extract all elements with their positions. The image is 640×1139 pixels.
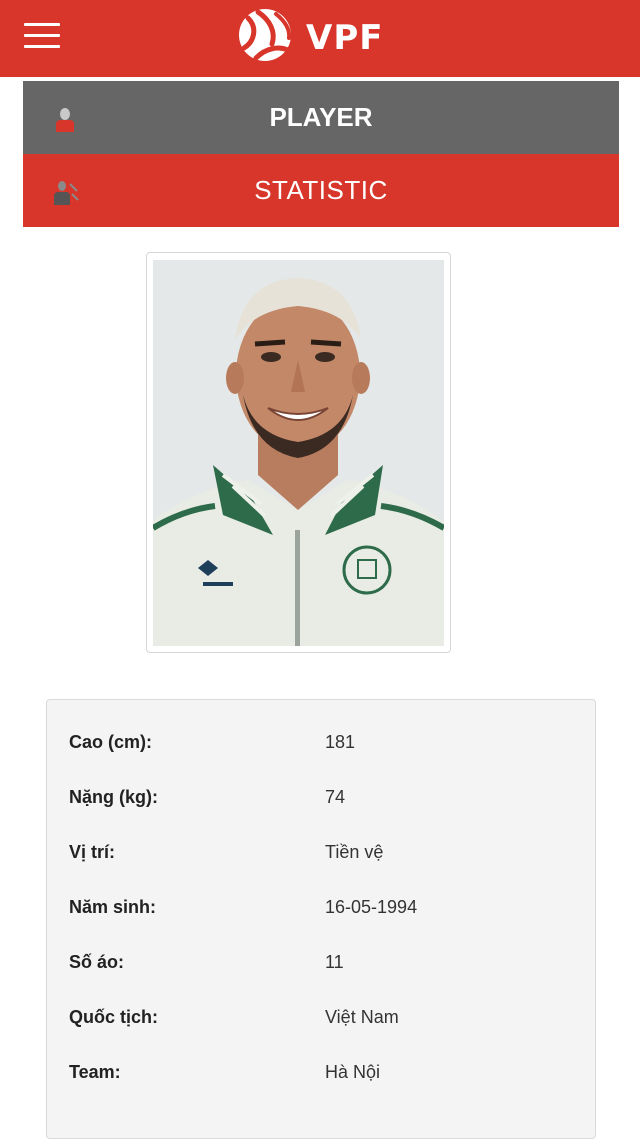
info-row-height: Cao (cm): 181 [69,732,579,762]
tab-statistic-label: STATISTIC [254,175,388,205]
vpf-ball-icon [239,9,292,61]
tab-player-label: PLAYER [269,102,373,132]
info-value: 74 [325,787,346,807]
logo-text: VPF [306,18,384,58]
info-value: Việt Nam [325,1007,399,1027]
tab-player[interactable]: PLAYER [23,81,619,154]
player-photo-frame [146,252,451,653]
player-silhouette-icon [56,108,74,132]
top-bar: VPF [0,0,640,77]
statistic-player-icon [54,181,79,205]
player-portrait [153,260,444,646]
info-row-birth: Năm sinh: 16-05-1994 [69,897,579,927]
info-row-team: Team: Hà Nội [69,1062,579,1092]
info-label: Vị trí: [69,842,116,862]
header-divider [0,77,640,80]
info-row-nationality: Quốc tịch: Việt Nam [69,1007,579,1037]
info-label: Số áo: [69,952,125,972]
info-value: Hà Nội [325,1062,381,1082]
info-label: Nặng (kg): [69,787,158,807]
info-row-position: Vị trí: Tiền vệ [69,842,579,872]
info-value: 16-05-1994 [325,897,418,917]
info-row-shirt-number: Số áo: 11 [69,952,579,982]
tab-statistic[interactable]: STATISTIC [23,154,619,227]
info-value: Tiền vệ [325,842,384,862]
info-value: 11 [325,952,344,972]
info-value: 181 [325,732,356,752]
info-label: Năm sinh: [69,897,157,917]
info-label: Quốc tịch: [69,1007,158,1027]
player-info-card: Cao (cm): 181 Nặng (kg): 74 Vị trí: Tiền… [46,699,596,1139]
hamburger-menu-icon[interactable] [24,23,60,49]
info-row-weight: Nặng (kg): 74 [69,787,579,817]
vpf-logo[interactable]: VPF [236,6,406,64]
info-label: Cao (cm): [69,732,153,752]
info-label: Team: [69,1062,121,1082]
